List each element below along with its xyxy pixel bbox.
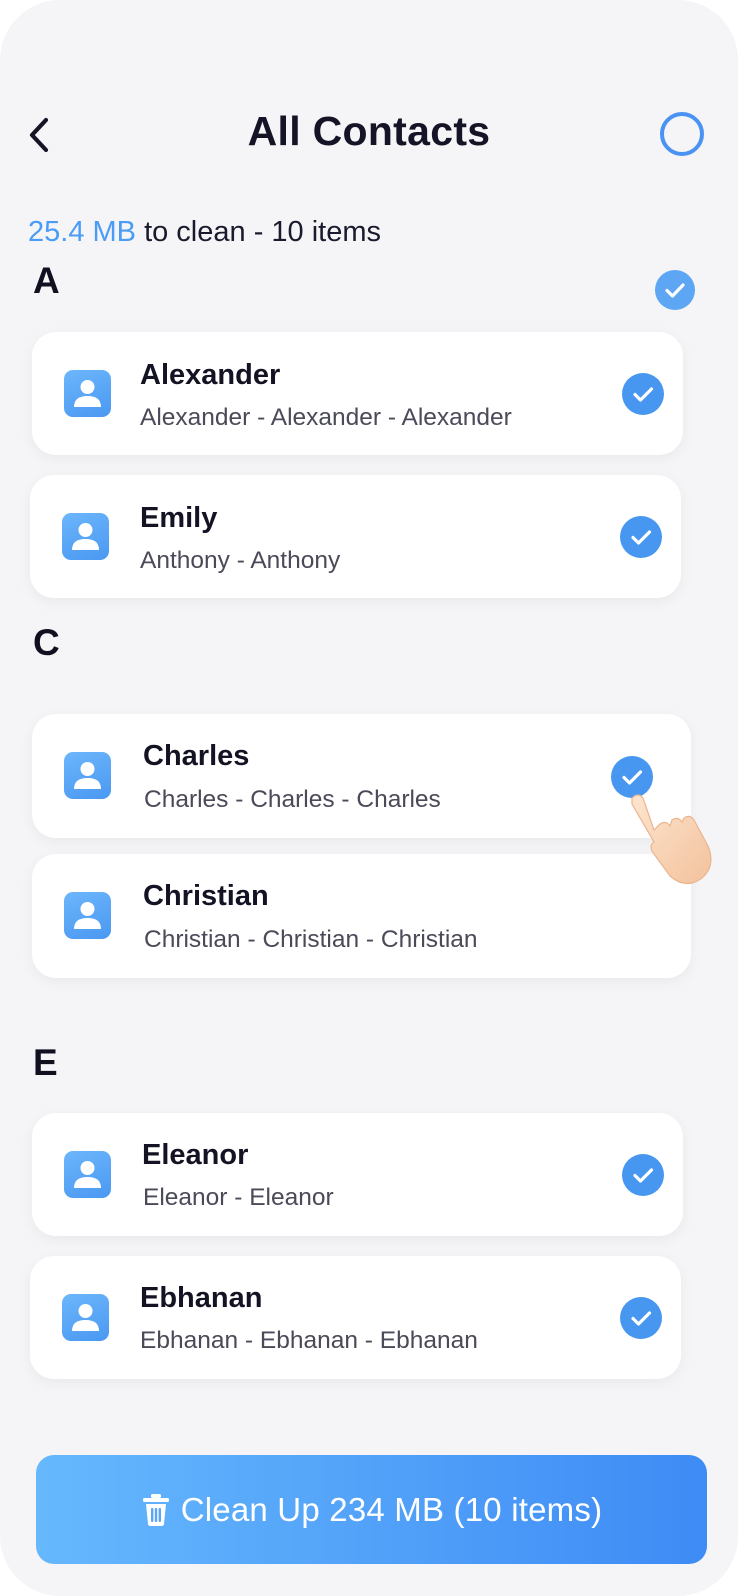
- checkmark-icon: [633, 1168, 654, 1183]
- contact-name: Charles: [143, 740, 250, 772]
- contact-checkbox[interactable]: [620, 516, 662, 558]
- contact-name: Emily: [140, 502, 218, 534]
- summary-text: to clean - 10 items: [144, 216, 382, 248]
- clean-up-label: Clean Up 234 MB (10 items): [180, 1490, 603, 1528]
- contact-card-christian[interactable]: Christian Christian - Christian - Christ…: [32, 854, 691, 978]
- contact-name: Eleanor: [142, 1139, 249, 1171]
- summary-size: 25.4 MB: [28, 216, 136, 248]
- checkmark-icon: [633, 387, 654, 402]
- contact-card-eleanor[interactable]: Eleanor Eleanor - Eleanor: [32, 1113, 683, 1236]
- contact-card-ebhanan[interactable]: Ebhanan Ebhanan - Ebhanan - Ebhanan: [30, 1256, 681, 1379]
- section-a-select-checkbox[interactable]: [655, 270, 695, 310]
- contact-person-icon: [64, 752, 111, 799]
- contact-card-alexander[interactable]: Alexander Alexander - Alexander - Alexan…: [32, 332, 683, 455]
- contact-card-emily[interactable]: Emily Anthony - Anthony: [30, 475, 681, 598]
- page-title: All Contacts: [247, 108, 491, 154]
- select-all-circle-icon[interactable]: [660, 112, 704, 156]
- contact-duplicates: Alexander - Alexander - Alexander: [140, 404, 512, 431]
- pointing-hand-icon: [631, 794, 712, 885]
- contact-name: Ebhanan: [140, 1282, 263, 1314]
- section-header-c: C: [33, 622, 60, 663]
- contact-person-icon: [62, 513, 109, 560]
- section-header-a: A: [33, 260, 60, 301]
- contact-person-icon: [64, 1151, 111, 1198]
- contact-checkbox[interactable]: [620, 1297, 662, 1339]
- checkmark-icon: [631, 530, 652, 545]
- contact-person-icon: [64, 892, 111, 939]
- contact-duplicates: Eleanor - Eleanor: [143, 1184, 334, 1211]
- contact-card-charles[interactable]: Charles Charles - Charles - Charles: [32, 714, 691, 838]
- contact-duplicates: Anthony - Anthony: [140, 547, 341, 574]
- contact-checkbox[interactable]: [622, 373, 664, 415]
- checkmark-icon: [631, 1311, 652, 1326]
- contact-name: Christian: [143, 880, 269, 912]
- contact-person-icon: [64, 370, 111, 417]
- contact-person-icon: [62, 1294, 109, 1341]
- clean-up-button[interactable]: Clean Up 234 MB (10 items): [36, 1455, 707, 1564]
- screen: All Contacts 25.4 MB to clean - 10 items…: [0, 0, 738, 1596]
- section-header-e: E: [33, 1042, 58, 1083]
- contact-duplicates: Christian - Christian - Christian: [144, 926, 478, 953]
- contact-name: Alexander: [140, 359, 281, 391]
- contact-duplicates: Charles - Charles - Charles: [144, 786, 441, 813]
- contact-duplicates: Ebhanan - Ebhanan - Ebhanan: [140, 1327, 478, 1354]
- checkmark-icon: [665, 283, 685, 298]
- trash-icon: [142, 1493, 169, 1526]
- clean-summary: 25.4 MB to clean - 10 items: [28, 216, 381, 249]
- contact-checkbox[interactable]: [622, 1154, 664, 1196]
